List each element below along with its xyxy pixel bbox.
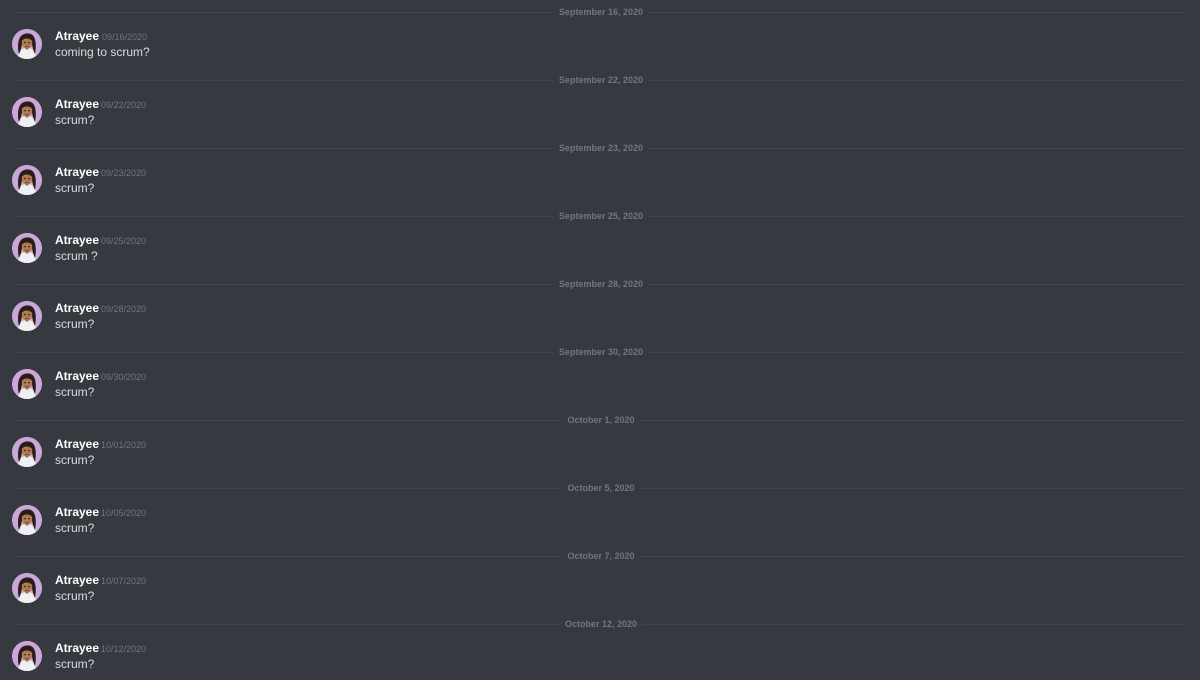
- message-content: coming to scrum?: [55, 45, 150, 59]
- message-username[interactable]: Atrayee: [55, 641, 99, 655]
- message-username[interactable]: Atrayee: [55, 233, 99, 247]
- message-timestamp[interactable]: 09/16/2020: [102, 31, 147, 43]
- message-content: scrum?: [55, 453, 95, 467]
- date-divider-label: October 1, 2020: [562, 414, 640, 426]
- message-timestamp[interactable]: 10/01/2020: [101, 439, 146, 451]
- user-avatar-icon[interactable]: [12, 233, 42, 263]
- message-group: October 7, 2020 Atrayee 10/07/2020 scrum…: [0, 544, 1200, 612]
- message-group: September 25, 2020 Atrayee 09/25/2020 sc…: [0, 204, 1200, 272]
- date-divider-label: October 5, 2020: [562, 482, 640, 494]
- date-divider-label: September 16, 2020: [553, 6, 649, 18]
- user-avatar-icon[interactable]: [12, 165, 42, 195]
- message-username[interactable]: Atrayee: [55, 165, 99, 179]
- user-avatar-icon[interactable]: [12, 301, 42, 331]
- message-username[interactable]: Atrayee: [55, 505, 99, 519]
- message-timestamp[interactable]: 09/25/2020: [101, 235, 146, 247]
- message-content: scrum?: [55, 181, 95, 195]
- message-group: September 22, 2020 Atrayee 09/22/2020 sc…: [0, 68, 1200, 136]
- message-timestamp[interactable]: 09/22/2020: [101, 99, 146, 111]
- message-username[interactable]: Atrayee: [55, 301, 99, 315]
- message-username[interactable]: Atrayee: [55, 573, 99, 587]
- date-divider-label: September 23, 2020: [553, 142, 649, 154]
- message-username[interactable]: Atrayee: [55, 97, 99, 111]
- message-timestamp[interactable]: 10/07/2020: [101, 575, 146, 587]
- message-content: scrum?: [55, 317, 95, 331]
- message-group: October 1, 2020 Atrayee 10/01/2020 scrum…: [0, 408, 1200, 476]
- user-avatar-icon[interactable]: [12, 573, 42, 603]
- message-group: September 30, 2020 Atrayee 09/30/2020 sc…: [0, 340, 1200, 408]
- message-group: October 5, 2020 Atrayee 10/05/2020 scrum…: [0, 476, 1200, 544]
- message-timestamp[interactable]: 09/30/2020: [101, 371, 146, 383]
- message-username[interactable]: Atrayee: [55, 369, 99, 383]
- user-avatar-icon[interactable]: [12, 97, 42, 127]
- message-group: September 23, 2020 Atrayee 09/23/2020 sc…: [0, 136, 1200, 204]
- date-divider-label: September 25, 2020: [553, 210, 649, 222]
- date-divider-label: October 7, 2020: [562, 550, 640, 562]
- message-username[interactable]: Atrayee: [55, 437, 99, 451]
- message-timestamp[interactable]: 09/28/2020: [101, 303, 146, 315]
- message-content: scrum?: [55, 521, 95, 535]
- message-content: scrum ?: [55, 249, 98, 263]
- message-timestamp[interactable]: 10/12/2020: [101, 643, 146, 655]
- message-content: scrum?: [55, 657, 95, 671]
- date-divider-label: October 12, 2020: [559, 618, 643, 630]
- user-avatar-icon[interactable]: [12, 437, 42, 467]
- user-avatar-icon[interactable]: [12, 505, 42, 535]
- date-divider-label: September 30, 2020: [553, 346, 649, 358]
- message-timestamp[interactable]: 10/05/2020: [101, 507, 146, 519]
- date-divider-label: September 28, 2020: [553, 278, 649, 290]
- message-content: scrum?: [55, 113, 95, 127]
- user-avatar-icon[interactable]: [12, 369, 42, 399]
- message-group: September 16, 2020 Atrayee 09/16/2020 co…: [0, 0, 1200, 68]
- message-content: scrum?: [55, 589, 95, 603]
- user-avatar-icon[interactable]: [12, 641, 42, 671]
- date-divider-label: September 22, 2020: [553, 74, 649, 86]
- message-group: September 28, 2020 Atrayee 09/28/2020 sc…: [0, 272, 1200, 340]
- message-list: September 16, 2020 Atrayee 09/16/2020 co…: [0, 0, 1200, 680]
- message-group: October 12, 2020 Atrayee 10/12/2020 scru…: [0, 612, 1200, 680]
- message-username[interactable]: Atrayee: [55, 29, 99, 43]
- user-avatar-icon[interactable]: [12, 29, 42, 59]
- message-timestamp[interactable]: 09/23/2020: [101, 167, 146, 179]
- message-content: scrum?: [55, 385, 95, 399]
